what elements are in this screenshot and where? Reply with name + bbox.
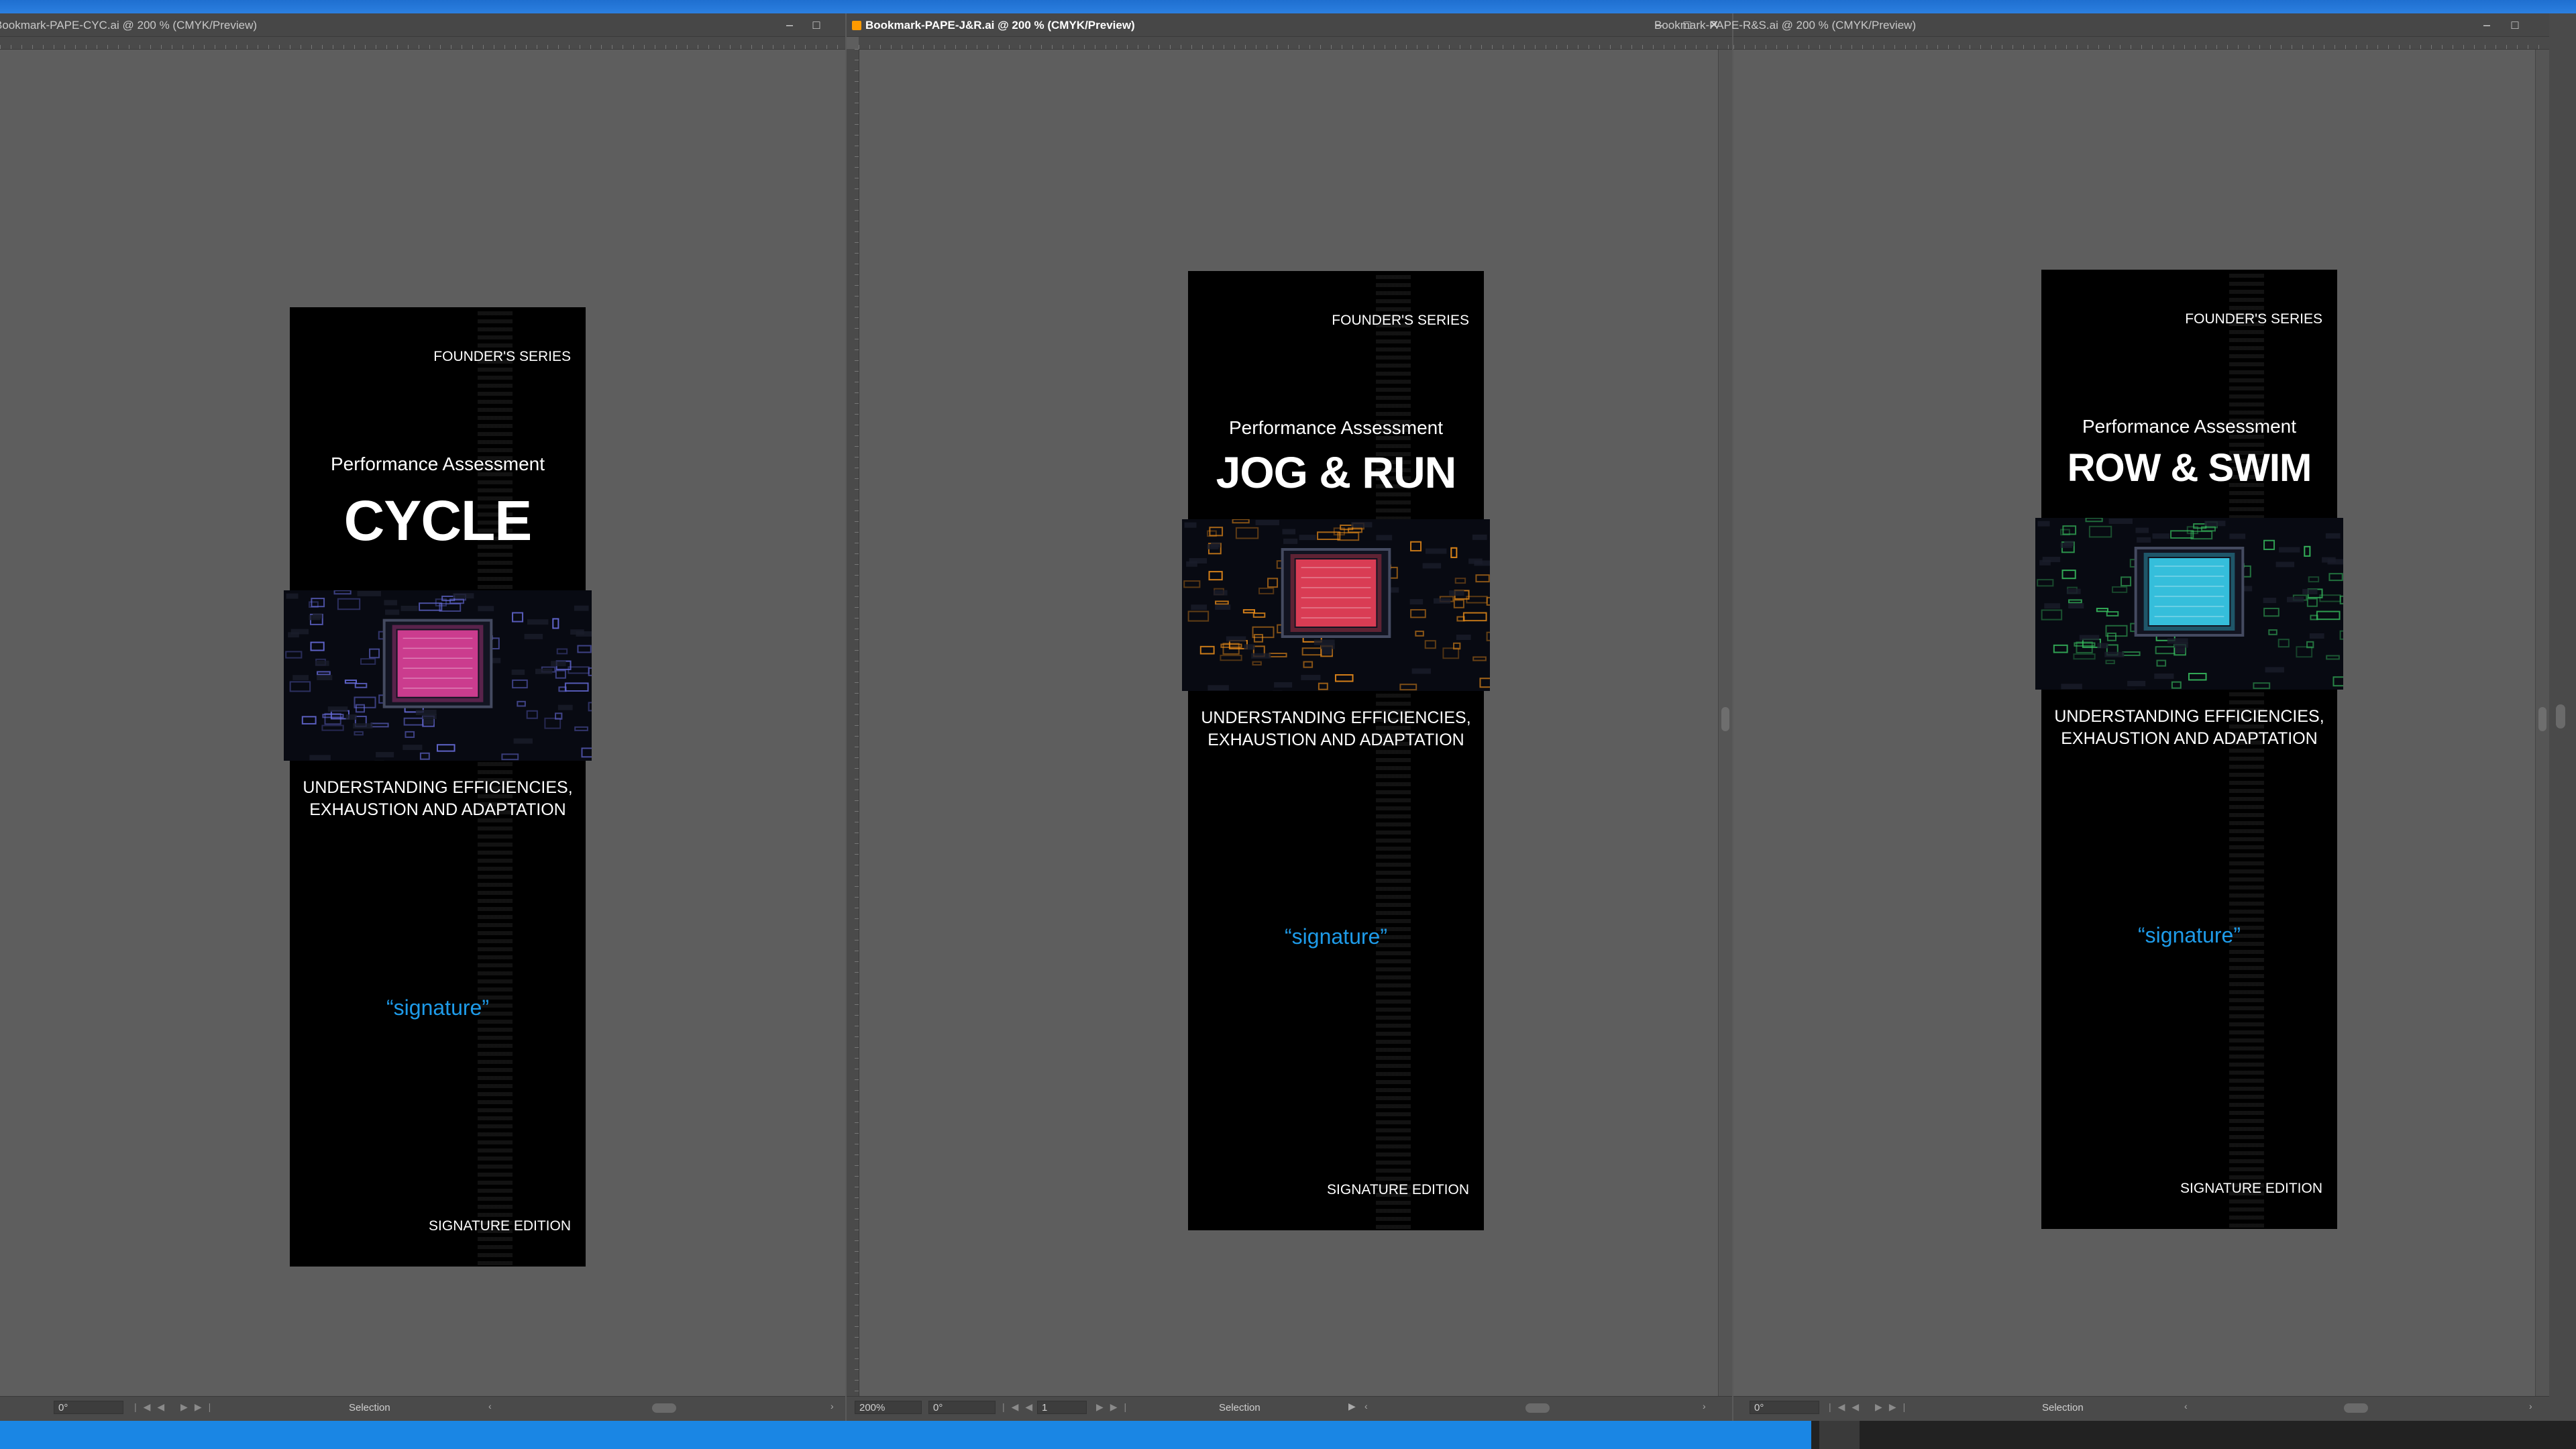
bookmark-title: ROW & SWIM [2067,446,2312,490]
taskbar-app-button[interactable] [1819,1421,1860,1449]
zoom-field[interactable]: 200% [855,1401,922,1414]
vertical-scroll-thumb[interactable] [1721,707,1729,731]
tagline-line-2: EXHAUSTION AND ADAPTATION [2061,729,2318,748]
signature-text: “signature” [1285,924,1387,949]
edition-label: SIGNATURE EDITION [1327,1182,1469,1197]
bookmark-artboard[interactable]: FOUNDER'S SERIES Performance Assessment … [284,307,592,1267]
tagline: UNDERSTANDING EFFICIENCIES, EXHAUSTION A… [2041,706,2337,750]
subtitle: Performance Assessment [330,453,545,474]
artboard-canvas[interactable]: FOUNDER'S SERIES Performance Assessment … [0,50,845,1397]
scroll-right-icon[interactable]: › [2529,1401,2532,1411]
bookmark-title: JOG & RUN [1216,447,1457,497]
tagline-line-1: UNDERSTANDING EFFICIENCIES, [1201,708,1471,727]
scroll-right-icon[interactable]: › [1703,1401,1706,1411]
tagline-line-2: EXHAUSTION AND ADAPTATION [1208,731,1464,749]
artboard-canvas[interactable]: FOUNDER'S SERIES Performance Assessment … [859,50,1719,1397]
horizontal-scroll-thumb[interactable] [2344,1403,2368,1413]
window-title: Bookmark-PAPE-R&S.ai @ 200 % (CMYK/Previ… [1654,19,1917,32]
series-label: FOUNDER'S SERIES [433,349,571,364]
artboard-nav[interactable]: |◀◀ ▶▶| [1829,1401,1912,1413]
vertical-scroll-thumb[interactable] [2538,707,2546,731]
rotation-field[interactable]: 0° [54,1401,123,1414]
scroll-left-icon[interactable]: ‹ [1364,1401,1368,1411]
right-panel-edge[interactable] [2549,13,2576,1421]
status-bar: 0° |◀◀ ▶▶| Selection ‹ › [0,1396,845,1421]
taskbar-tray-area [1811,1421,2576,1449]
window-title: Bookmark-PAPE-CYC.ai @ 200 % (CMYK/Previ… [0,19,258,32]
tagline: UNDERSTANDING EFFICIENCIES, EXHAUSTION A… [290,777,586,821]
vertical-scrollbar[interactable] [1718,50,1732,1397]
rotation-field[interactable]: 0° [1750,1401,1819,1414]
circuit-chip-graphic [1182,519,1490,691]
maximize-icon[interactable]: □ [2506,17,2524,32]
tagline-line-2: EXHAUSTION AND ADAPTATION [309,800,566,819]
window-title: Bookmark-PAPE-J&R.ai @ 200 % (CMYK/Previ… [852,19,1135,32]
bookmark-artboard[interactable]: FOUNDER'S SERIES Performance Assessment … [1182,271,1490,1230]
artboard-nav[interactable]: |◀◀ ▶▶| [134,1401,217,1413]
minimize-icon[interactable]: – [781,17,798,32]
artboard-nav-prev[interactable]: |◀◀ [1002,1401,1039,1413]
title-bar[interactable]: Bookmark-PAPE-J&R.ai @ 200 % (CMYK/Previ… [847,13,1732,37]
current-tool-label: Selection [2042,1402,2084,1413]
scroll-left-icon[interactable]: ‹ [488,1401,492,1411]
minimize-icon[interactable]: – [2478,17,2496,32]
horizontal-scroll-thumb[interactable] [1525,1403,1550,1413]
current-tool-label: Selection [349,1402,390,1413]
circuit-chip-graphic [284,590,592,761]
vertical-ruler[interactable] [847,49,859,1397]
current-tool-label: Selection [1219,1402,1260,1413]
signature-text: “signature” [2138,923,2241,947]
edition-label: SIGNATURE EDITION [429,1218,571,1234]
title-bar[interactable]: Bookmark-PAPE-CYC.ai @ 200 % (CMYK/Previ… [0,13,845,37]
horizontal-scroll-thumb[interactable] [652,1403,676,1413]
circuit-chip-image [284,590,592,761]
title-bar[interactable]: Bookmark-PAPE-R&S.ai @ 200 % (CMYK/Previ… [1654,13,2549,37]
series-label: FOUNDER'S SERIES [2185,311,2322,327]
circuit-chip-image [1182,519,1490,691]
artboard-canvas[interactable]: FOUNDER'S SERIES Performance Assessment … [1733,50,2536,1397]
series-label: FOUNDER'S SERIES [1332,313,1469,328]
vertical-scrollbar[interactable] [2535,50,2549,1397]
rotation-field[interactable]: 0° [928,1401,996,1414]
status-menu-icon[interactable]: ▶ [1348,1401,1356,1412]
tagline: UNDERSTANDING EFFICIENCIES, EXHAUSTION A… [1188,707,1484,751]
subtitle: Performance Assessment [2082,416,2297,437]
status-bar: 0° |◀◀ ▶▶| Selection ‹ › [1733,1396,2549,1421]
scroll-right-icon[interactable]: › [830,1401,834,1411]
signature-text: “signature” [386,996,489,1020]
desktop-top-strip [0,0,2576,13]
window-title-text: Bookmark-PAPE-J&R.ai @ 200 % (CMYK/Previ… [865,19,1135,32]
ai-file-icon [852,21,861,30]
document-window-jog-run[interactable]: Bookmark-PAPE-J&R.ai @ 200 % (CMYK/Previ… [847,13,1732,1421]
vertical-scroll-thumb[interactable] [2556,704,2565,729]
edition-label: SIGNATURE EDITION [2180,1181,2322,1196]
circuit-chip-image [2035,518,2343,690]
tagline-line-1: UNDERSTANDING EFFICIENCIES, [2054,707,2324,726]
artboard-number-field[interactable]: 1 [1037,1401,1087,1414]
horizontal-ruler[interactable] [0,37,845,50]
artboard-nav-next[interactable]: ▶▶| [1096,1401,1133,1413]
maximize-icon[interactable]: □ [808,17,825,32]
horizontal-ruler[interactable] [859,37,1732,50]
windows-taskbar [0,1421,2576,1449]
document-window-row-swim[interactable]: Bookmark-PAPE-R&S.ai @ 200 % (CMYK/Previ… [1654,13,2549,1421]
bookmark-title: CYCLE [343,489,533,552]
tagline-line-1: UNDERSTANDING EFFICIENCIES, [303,778,573,797]
status-bar: 200% 0° |◀◀ 1 ▶▶| Selection ▶ ‹ › [847,1396,1732,1421]
horizontal-ruler[interactable] [1733,37,2549,50]
bookmark-artboard[interactable]: FOUNDER'S SERIES Performance Assessment … [2035,270,2343,1229]
circuit-chip-graphic [2035,518,2343,690]
document-window-cycle[interactable]: Bookmark-PAPE-CYC.ai @ 200 % (CMYK/Previ… [0,13,845,1421]
subtitle: Performance Assessment [1228,417,1444,438]
scroll-left-icon[interactable]: ‹ [2184,1401,2188,1411]
